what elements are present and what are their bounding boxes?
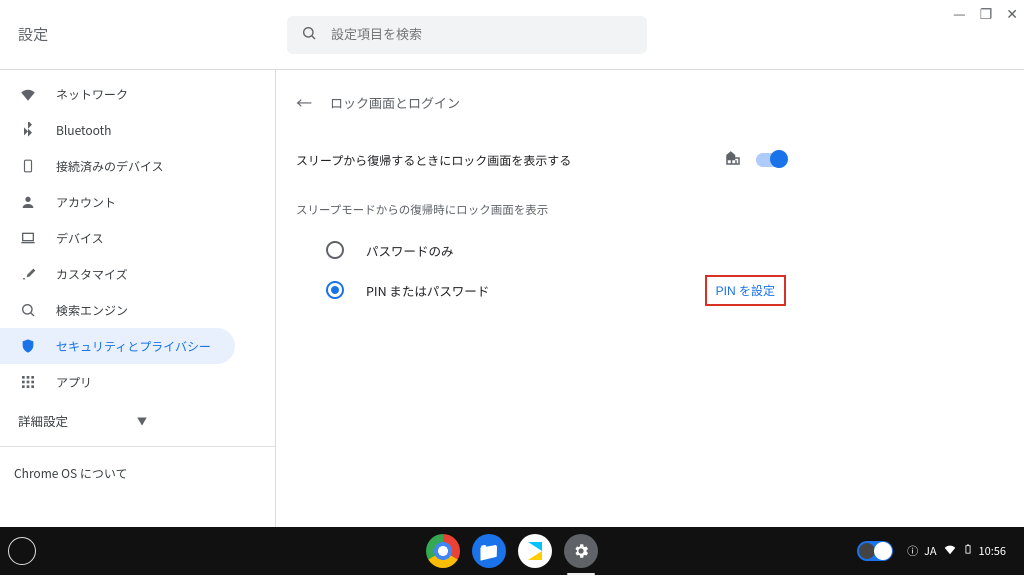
wifi-status-icon: [943, 542, 957, 560]
radio-password-only[interactable]: パスワードのみ: [296, 230, 786, 270]
setup-pin-button[interactable]: PIN を設定: [712, 280, 779, 301]
back-arrow-icon[interactable]: ←: [296, 90, 312, 114]
highlight-frame: PIN を設定: [705, 275, 786, 306]
brush-icon: [18, 264, 38, 284]
search-box[interactable]: [287, 16, 647, 54]
radio-pin-or-password[interactable]: PIN またはパスワード PIN を設定: [296, 270, 786, 310]
battery-status-icon: [963, 541, 973, 561]
lock-on-sleep-label: スリープから復帰するときにロック画面を表示する: [296, 152, 571, 169]
laptop-icon: [18, 228, 38, 248]
lock-on-sleep-toggle[interactable]: [756, 153, 786, 167]
sidebar-item-label: アプリ: [56, 374, 92, 391]
radio-icon: [326, 241, 344, 259]
sidebar-item-label: セキュリティとプライバシー: [56, 338, 211, 355]
shelf-files-icon[interactable]: [472, 534, 506, 568]
sidebar-item-label: アカウント: [56, 194, 116, 211]
window-maximize-button[interactable]: ❐: [980, 4, 993, 24]
apps-icon: [18, 372, 38, 392]
sidebar-item-label: デバイス: [56, 230, 104, 247]
sidebar-item-device[interactable]: デバイス: [0, 220, 185, 256]
sidebar-item-network[interactable]: ネットワーク: [0, 76, 185, 112]
window-close-button[interactable]: ✕: [1006, 4, 1018, 24]
radio-label: パスワードのみ: [366, 241, 454, 260]
ime-indicator[interactable]: JA: [924, 543, 937, 559]
info-icon: ⓘ: [907, 543, 918, 559]
shelf-chrome-icon[interactable]: [426, 534, 460, 568]
about-label: Chrome OS について: [14, 465, 128, 482]
bluetooth-icon: [18, 120, 38, 140]
sidebar-item-bluetooth[interactable]: Bluetooth: [0, 112, 185, 148]
shelf-settings-icon[interactable]: [564, 534, 598, 568]
sidebar-item-customize[interactable]: カスタマイズ: [0, 256, 185, 292]
page-title: ロック画面とログイン: [330, 93, 460, 112]
sidebar-item-label: 接続済みのデバイス: [56, 158, 164, 175]
window-minimize-button[interactable]: —: [953, 4, 966, 24]
launcher-button[interactable]: [8, 537, 36, 565]
sidebar-advanced-toggle[interactable]: 詳細設定 ▼: [0, 400, 275, 440]
radio-icon: [326, 281, 344, 299]
main-content: ← ロック画面とログイン スリープから復帰するときにロック画面を表示する スリー…: [276, 70, 816, 527]
sidebar-item-label: Bluetooth: [56, 122, 111, 139]
app-title: 設定: [18, 24, 48, 45]
sidebar-divider: [0, 446, 275, 447]
clock: 10:56: [979, 543, 1006, 559]
sidebar-item-account[interactable]: アカウント: [0, 184, 185, 220]
chevron-down-icon: ▼: [137, 413, 147, 428]
unlock-section-label: スリープモードからの復帰時にロック画面を表示: [296, 202, 786, 218]
wifi-icon: [18, 84, 38, 104]
sidebar-item-security[interactable]: セキュリティとプライバシー: [0, 328, 235, 364]
sidebar-item-label: 検索エンジン: [56, 302, 128, 319]
sidebar-nav: ネットワーク Bluetooth 接続済みのデバイス アカウント デバイス: [0, 70, 276, 527]
person-icon: [18, 192, 38, 212]
enterprise-managed-icon: [724, 149, 742, 171]
shelf-play-store-icon[interactable]: [518, 534, 552, 568]
search-icon: [18, 300, 38, 320]
radio-label: PIN またはパスワード: [366, 281, 489, 300]
sidebar-about-chromeos[interactable]: Chrome OS について: [0, 453, 275, 494]
phone-icon: [18, 156, 38, 176]
sidebar-item-apps[interactable]: アプリ: [0, 364, 185, 400]
shield-icon: [18, 336, 38, 356]
status-area[interactable]: ⓘ JA 10:56: [857, 537, 1024, 565]
sidebar-item-search-engine[interactable]: 検索エンジン: [0, 292, 185, 328]
shelf: ⓘ JA 10:56: [0, 527, 1024, 575]
search-input[interactable]: [331, 27, 633, 42]
search-icon: [301, 25, 331, 45]
sidebar-item-label: カスタマイズ: [56, 266, 128, 283]
notification-toggle[interactable]: [857, 541, 893, 561]
advanced-label: 詳細設定: [18, 411, 68, 430]
sidebar-item-label: ネットワーク: [56, 86, 128, 103]
sidebar-item-connected-devices[interactable]: 接続済みのデバイス: [0, 148, 185, 184]
